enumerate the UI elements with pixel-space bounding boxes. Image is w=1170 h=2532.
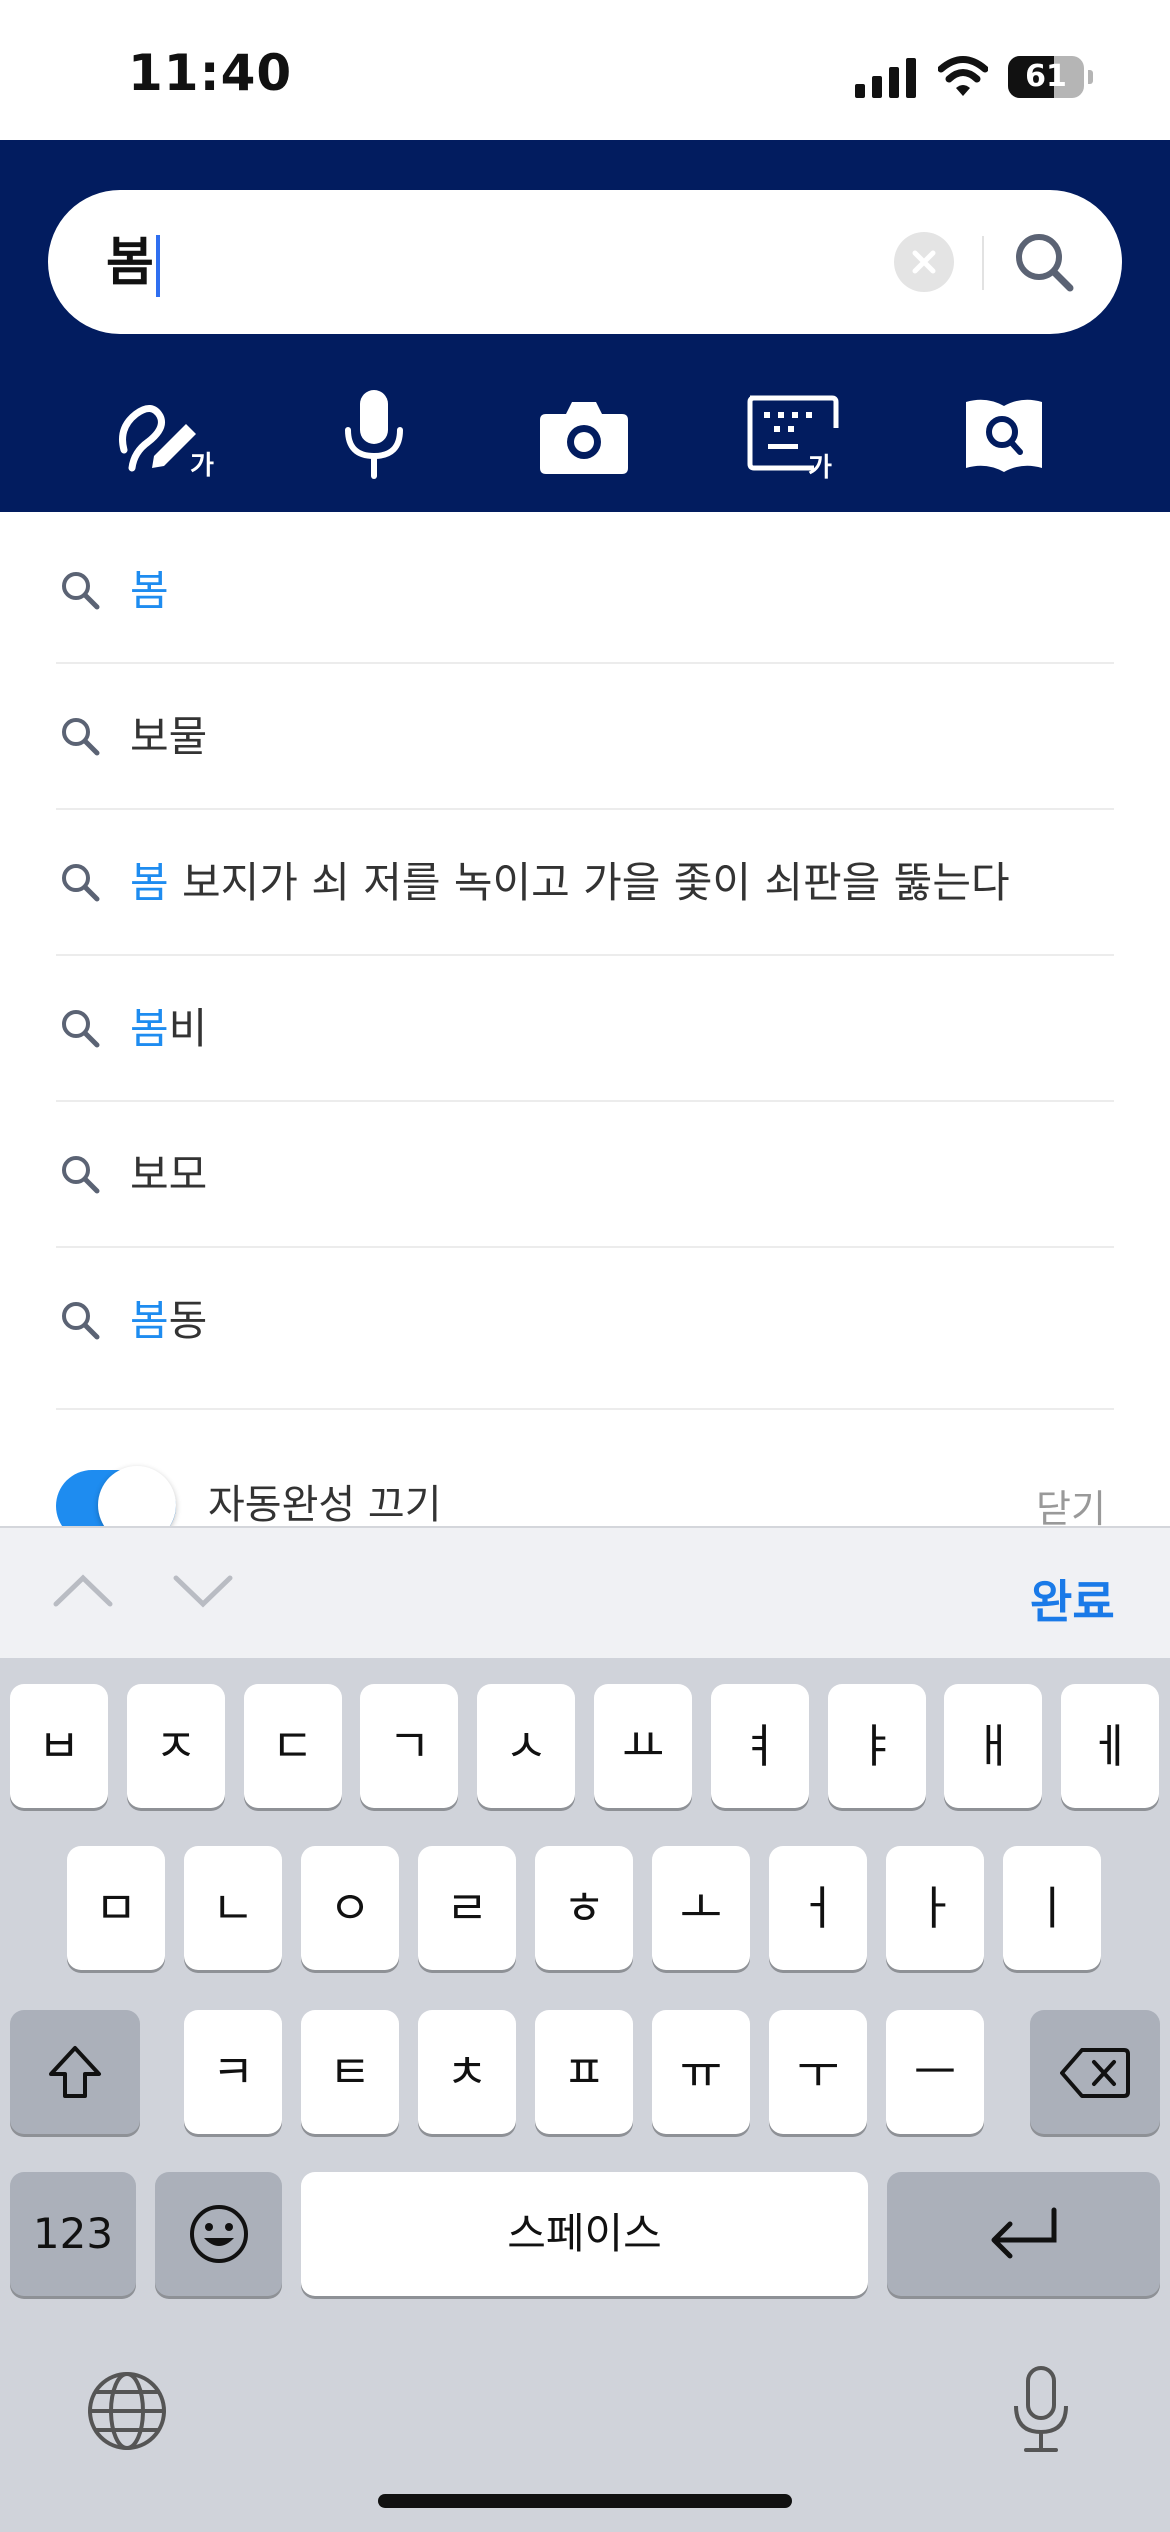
key[interactable]: ㅇ [301,1846,399,1970]
key[interactable]: ㄴ [184,1846,282,1970]
wifi-icon [938,56,988,96]
korean-keyboard: 123 스페이스 ㅂㅈㄷㄱㅅㅛㅕㅑㅐㅔㅁㄴㅇㄹㅎㅗㅓㅏㅣㅋㅌㅊㅍㅠㅜㅡ [0,1658,1170,2532]
backspace-icon [1060,2048,1130,2098]
battery-level-text: 61 [1025,59,1067,94]
emoji-key[interactable] [155,2172,282,2296]
search-icon [62,718,100,756]
key[interactable]: ㅜ [769,2010,867,2134]
suggestion-item[interactable]: 봄동 [56,1248,1114,1410]
key[interactable]: ㅁ [67,1846,165,1970]
dictation-microphone-icon[interactable] [1006,2364,1076,2456]
suggestion-highlight: 봄 [130,858,169,907]
shift-icon [49,2046,101,2098]
delete-key[interactable] [1030,2010,1160,2134]
status-time: 11:40 [128,44,293,102]
chevron-up-icon[interactable] [52,1566,114,1616]
suggestion-rest: 동 [168,1296,208,1345]
text-caret [155,235,160,297]
autocomplete-toggle-label: 자동완성 끄기 [208,1482,442,1528]
return-key[interactable] [887,2172,1160,2296]
keyboard-accessory-bar: 완료 [0,1526,1170,1660]
search-input[interactable]: 봄 [48,190,1122,334]
search-header: 봄 가 가 [0,140,1170,512]
suggestion-highlight: 봄 [130,1296,169,1345]
suggestion-text: 봄 보지가 쇠 저를 녹이고 가을 좇이 쇠판을 뚫는다 [130,810,1010,956]
search-divider [982,236,984,290]
key[interactable]: ㅏ [886,1846,984,1970]
status-bar: 11:40 61 [0,0,1170,140]
search-icon [62,1010,100,1048]
suggestion-text: 봄 [130,518,169,664]
key[interactable]: ㅂ [10,1684,108,1808]
search-icon[interactable] [1008,226,1080,298]
suggestion-item[interactable]: 봄 [56,518,1114,664]
suggestion-rest: 비 [168,1004,208,1053]
space-key[interactable]: 스페이스 [301,2172,868,2296]
shift-key[interactable] [10,2010,140,2134]
search-icon [62,864,100,902]
suggestion-text: 봄비 [130,956,207,1102]
key[interactable]: ㅍ [535,2010,633,2134]
suggestion-item[interactable]: 봄 보지가 쇠 저를 녹이고 가을 좇이 쇠판을 뚫는다 [56,810,1114,956]
key[interactable]: ㅌ [301,2010,399,2134]
suggestion-item[interactable]: 봄비 [56,956,1114,1102]
key[interactable]: ㄱ [360,1684,459,1808]
suggestion-highlight: 봄 [130,566,169,615]
key[interactable]: ㅕ [710,1684,809,1808]
key[interactable]: ㄷ [243,1684,342,1808]
book-search-icon[interactable] [944,384,1064,484]
return-icon [991,2207,1056,2259]
emoji-icon [189,2205,248,2263]
suggestion-highlight: 봄 [130,1004,169,1053]
search-icon [62,1156,100,1194]
battery-cap [1088,70,1093,84]
suggestion-text: 봄동 [130,1248,207,1394]
suggestion-list: 봄 보물 봄 보지가 쇠 저를 녹이고 가을 좇이 쇠판을 뚫는다 봄비 보모 봄동 [56,518,1114,1410]
globe-icon[interactable] [84,2368,170,2454]
suggestion-item[interactable]: 보물 [56,664,1114,810]
key[interactable]: ㅊ [418,2010,516,2134]
chevron-down-icon[interactable] [172,1566,234,1616]
search-icon [62,572,100,610]
key[interactable]: ㅋ [184,2010,282,2134]
close-button[interactable]: 닫기 [1036,1478,1106,1533]
battery-indicator: 61 [1008,56,1093,98]
key[interactable]: ㅎ [535,1846,633,1970]
suggestion-text: 보물 [130,664,207,810]
clear-icon [912,250,936,274]
done-button[interactable]: 완료 [1030,1566,1115,1632]
handwriting-icon[interactable]: 가 [110,384,230,484]
battery-body: 61 [1008,56,1084,98]
suggestion-item[interactable]: 보모 [56,1102,1114,1248]
microphone-icon[interactable] [314,384,434,484]
search-icon [62,1302,100,1340]
key[interactable]: ㄹ [418,1846,516,1970]
key[interactable]: ㅠ [652,2010,750,2134]
svg-text:가: 가 [808,453,832,483]
camera-icon[interactable] [524,384,644,484]
suggestion-text: 보모 [130,1102,207,1248]
clear-button[interactable] [894,232,954,292]
key[interactable]: ㅣ [1003,1846,1101,1970]
suggestion-rest: 보물 [130,712,208,761]
numbers-key[interactable]: 123 [10,2172,136,2296]
svg-text:가: 가 [190,451,214,481]
key[interactable]: ㅗ [652,1846,750,1970]
keyboard-icon[interactable]: 가 [734,384,854,484]
home-indicator [378,2494,792,2508]
key[interactable]: ㅓ [769,1846,867,1970]
key[interactable]: ㅛ [594,1684,692,1808]
suggestion-rest: 보모 [130,1150,208,1199]
search-query: 봄 [106,228,160,298]
key[interactable]: ㅡ [886,2010,984,2134]
key[interactable]: ㅔ [1061,1684,1160,1808]
key[interactable]: ㅅ [477,1684,576,1808]
cellular-signal-icon [855,58,916,98]
suggestion-rest: 보지가 쇠 저를 녹이고 가을 좇이 쇠판을 뚫는다 [168,858,1010,907]
search-query-text: 봄 [106,233,154,293]
autocomplete-row: 자동완성 끄기 닫기 [56,1432,1114,1544]
key[interactable]: ㅐ [944,1684,1043,1808]
key[interactable]: ㅈ [126,1684,225,1808]
key[interactable]: ㅑ [827,1684,926,1808]
